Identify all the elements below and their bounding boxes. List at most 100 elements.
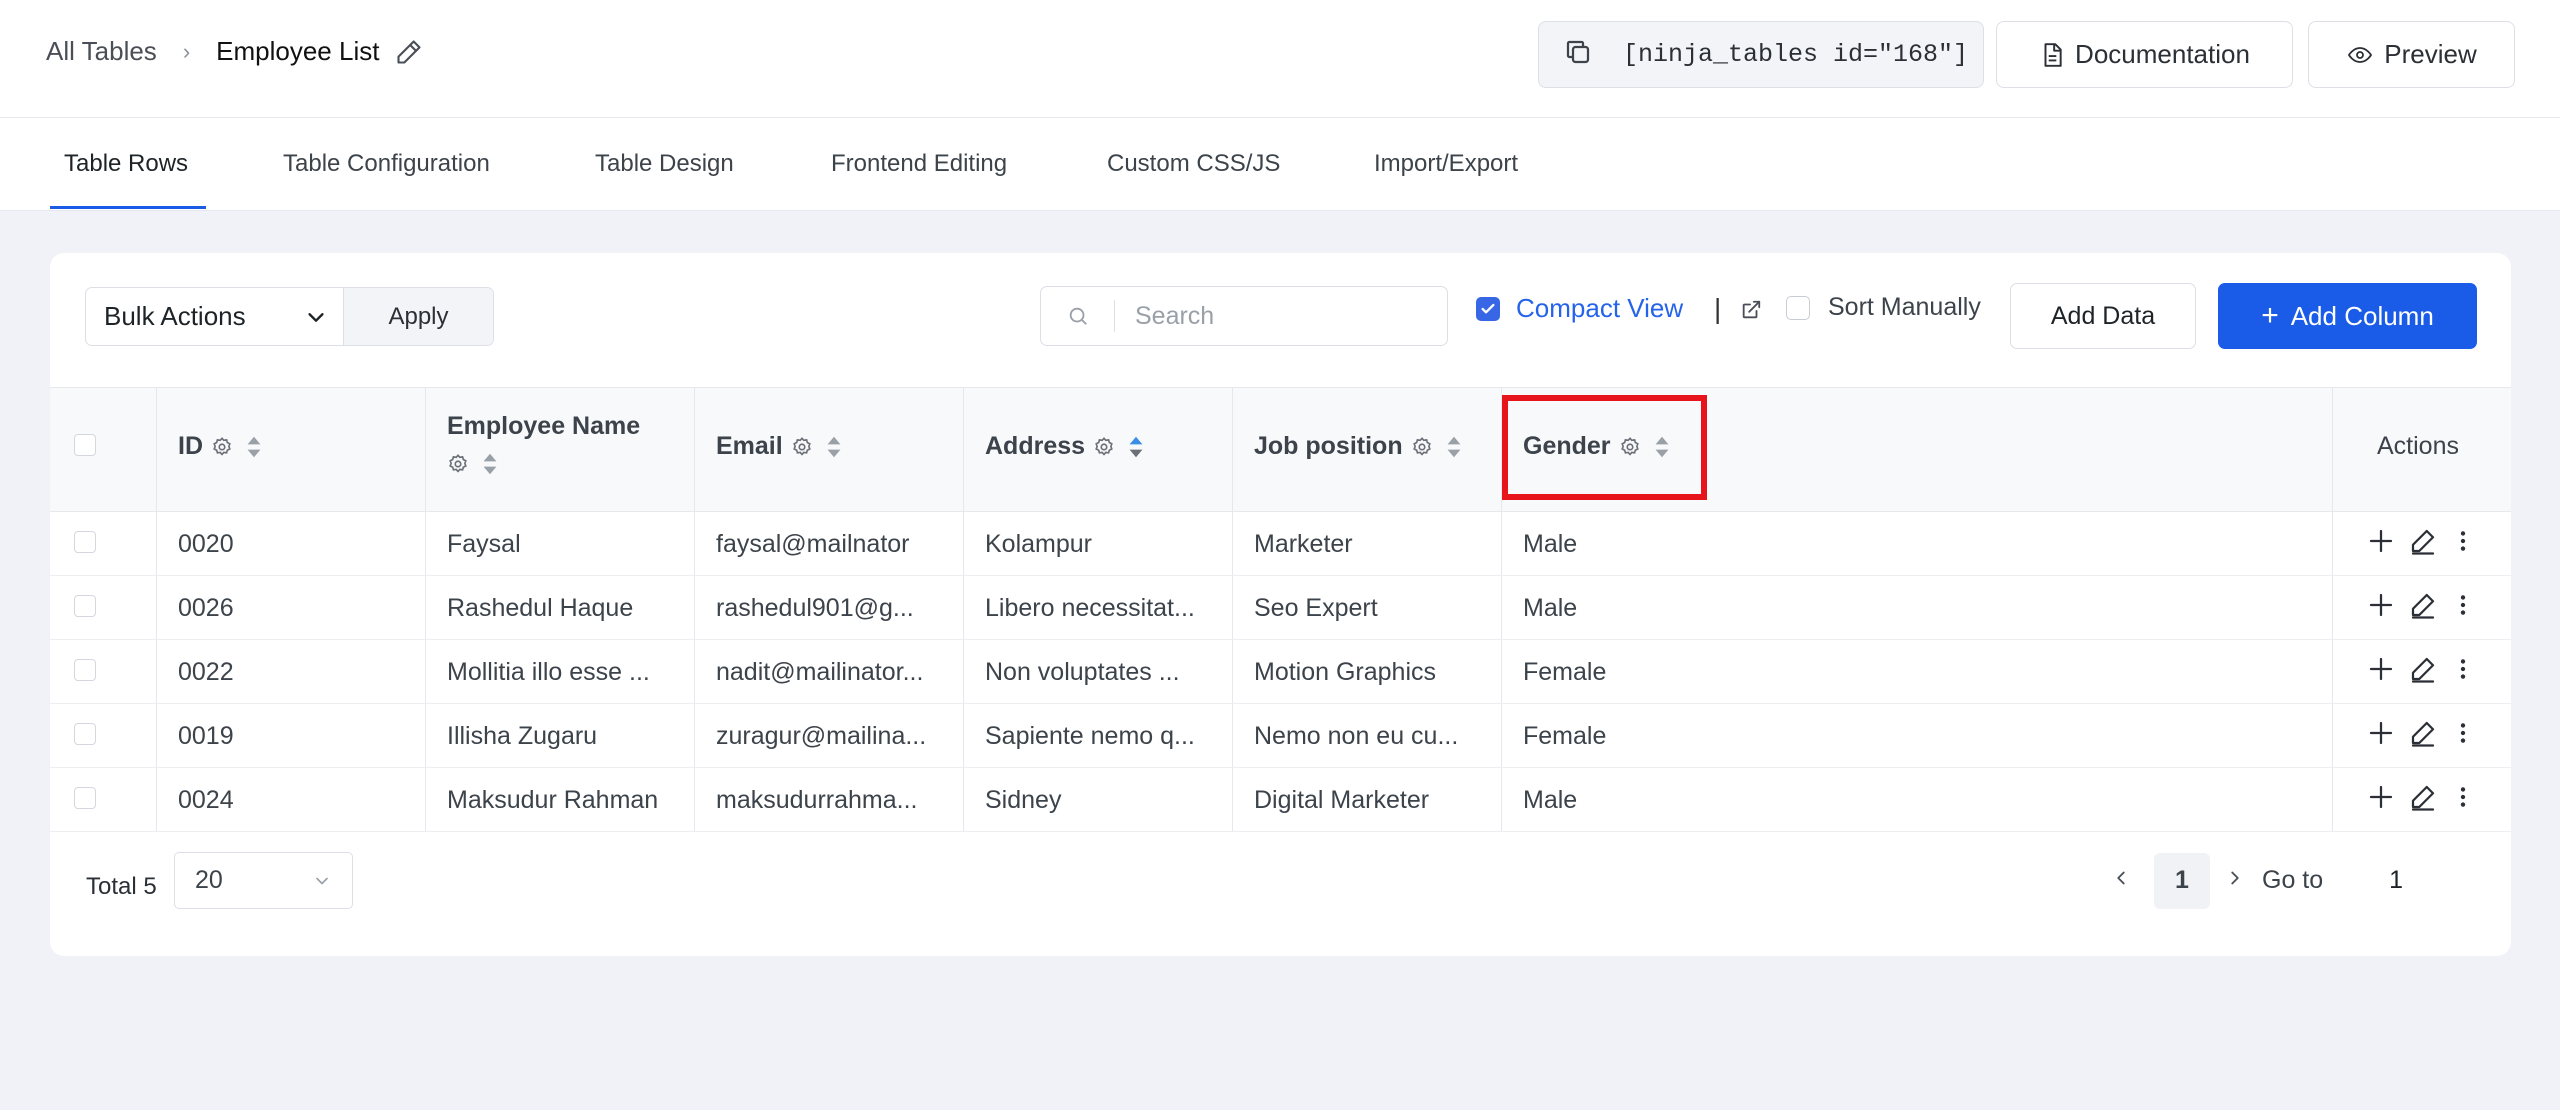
- tab-custom-css-js[interactable]: Custom CSS/JS: [1107, 150, 1280, 178]
- sort-icon[interactable]: [245, 434, 263, 460]
- column-label-job-position: Job position: [1254, 432, 1403, 460]
- pagination: 1 Go to 1: [2110, 852, 2403, 909]
- cell-address: Libero necessitat...: [985, 594, 1195, 622]
- sort-manually-label: Sort Manually: [1828, 293, 1981, 321]
- sort-icon[interactable]: [481, 451, 499, 477]
- edit-row-icon[interactable]: [2408, 590, 2438, 625]
- compact-view-toggle[interactable]: Compact View: [1476, 293, 1683, 324]
- more-options-icon[interactable]: [2450, 654, 2476, 689]
- external-link-icon[interactable]: [1740, 299, 1762, 326]
- sort-manually-toggle[interactable]: Sort Manually: [1786, 293, 1981, 322]
- tab-import-export[interactable]: Import/Export: [1374, 150, 1518, 178]
- gear-icon[interactable]: [791, 436, 813, 458]
- compact-view-label: Compact View: [1516, 293, 1684, 323]
- bulk-actions-select[interactable]: Bulk Actions: [86, 288, 344, 345]
- page-size-select[interactable]: 20: [174, 852, 353, 909]
- add-data-button[interactable]: Add Data: [2010, 283, 2196, 349]
- gear-icon[interactable]: [1411, 436, 1433, 458]
- tab-bar: Table Rows Table Configuration Table Des…: [0, 118, 2560, 211]
- table-row[interactable]: 0019 Illisha Zugaru zuragur@mailina... S…: [50, 704, 2511, 768]
- cell-address: Kolampur: [985, 530, 1092, 558]
- select-all-checkbox[interactable]: [74, 434, 96, 456]
- active-tab-indicator: [50, 206, 206, 209]
- compact-view-checkbox[interactable]: [1476, 296, 1500, 321]
- more-options-icon[interactable]: [2450, 782, 2476, 817]
- column-header-id[interactable]: ID: [178, 432, 263, 461]
- edit-row-icon[interactable]: [2408, 526, 2438, 561]
- table-card: Bulk Actions Apply Compact View | Sort M…: [50, 253, 2511, 956]
- sort-manually-checkbox[interactable]: [1786, 295, 1810, 320]
- cell-gender: Male: [1523, 530, 1578, 558]
- edit-row-icon[interactable]: [2408, 718, 2438, 753]
- sort-icon[interactable]: [1445, 434, 1463, 460]
- page-number-current[interactable]: 1: [2154, 852, 2210, 909]
- prev-page-icon[interactable]: [2110, 867, 2132, 894]
- document-icon: [2044, 42, 2062, 67]
- search-input[interactable]: [1115, 301, 1415, 331]
- cell-gender: Female: [1523, 722, 1607, 750]
- table-row[interactable]: 0026 Rashedul Haque rashedul901@g... Lib…: [50, 576, 2511, 640]
- table-row[interactable]: 0020 Faysal faysal@mailnator Kolampur Ma…: [50, 512, 2511, 576]
- copy-icon[interactable]: [1563, 37, 1593, 72]
- add-row-icon[interactable]: [2366, 718, 2396, 753]
- apply-button[interactable]: Apply: [344, 288, 493, 345]
- top-header: All Tables › Employee List [ninja_tables…: [0, 0, 2560, 118]
- documentation-button[interactable]: Documentation: [1996, 21, 2293, 88]
- table-row[interactable]: 0022 Mollitia illo esse ... nadit@mailin…: [50, 640, 2511, 704]
- add-row-icon[interactable]: [2366, 782, 2396, 817]
- sort-active-icon[interactable]: [1127, 434, 1145, 460]
- add-row-icon[interactable]: [2366, 526, 2396, 561]
- breadcrumb-all-tables[interactable]: All Tables: [46, 36, 157, 67]
- add-row-icon[interactable]: [2366, 654, 2396, 689]
- row-actions: [2366, 718, 2476, 753]
- add-column-label: Add Column: [2290, 300, 2434, 331]
- gear-icon[interactable]: [447, 453, 469, 475]
- column-header-job-position[interactable]: Job position: [1254, 432, 1463, 461]
- row-actions: [2366, 526, 2476, 561]
- total-count: Total 5: [86, 873, 157, 900]
- next-page-icon[interactable]: [2224, 867, 2246, 894]
- row-checkbox[interactable]: [74, 659, 96, 681]
- column-label-actions: Actions: [2377, 432, 2459, 460]
- edit-row-icon[interactable]: [2408, 782, 2438, 817]
- row-checkbox[interactable]: [74, 595, 96, 617]
- goto-page-input[interactable]: 1: [2389, 866, 2403, 895]
- row-checkbox[interactable]: [74, 531, 96, 553]
- more-options-icon[interactable]: [2450, 590, 2476, 625]
- row-checkbox[interactable]: [74, 723, 96, 745]
- cell-job-position: Digital Marketer: [1254, 786, 1430, 814]
- cell-employee-name: Rashedul Haque: [447, 594, 634, 622]
- cell-address: Sidney: [985, 786, 1062, 814]
- table-header: ID Employee Name Email Address Job posit…: [50, 387, 2511, 512]
- table-row[interactable]: 0024 Maksudur Rahman maksudurrahma... Si…: [50, 768, 2511, 832]
- cell-address: Non voluptates ...: [985, 658, 1180, 686]
- column-header-address[interactable]: Address: [985, 432, 1145, 461]
- tab-table-configuration[interactable]: Table Configuration: [283, 150, 490, 178]
- add-column-button[interactable]: + Add Column: [2218, 283, 2477, 349]
- cell-email: zuragur@mailina...: [716, 722, 927, 750]
- column-label-id: ID: [178, 432, 203, 460]
- tab-table-rows[interactable]: Table Rows: [64, 150, 188, 178]
- gear-icon[interactable]: [1093, 436, 1115, 458]
- eye-icon: [2348, 46, 2373, 63]
- bulk-actions-label: Bulk Actions: [104, 301, 246, 331]
- edit-title-icon[interactable]: [395, 38, 423, 66]
- tab-frontend-editing[interactable]: Frontend Editing: [831, 150, 1007, 178]
- edit-row-icon[interactable]: [2408, 654, 2438, 689]
- cell-id: 0022: [178, 658, 234, 686]
- chevron-down-icon: [308, 312, 324, 322]
- gender-column-highlight: [1502, 395, 1707, 500]
- column-header-employee-name[interactable]: Employee Name: [447, 412, 640, 477]
- column-header-email[interactable]: Email: [716, 432, 843, 461]
- preview-button[interactable]: Preview: [2308, 21, 2515, 88]
- page-size-value: 20: [195, 866, 223, 894]
- more-options-icon[interactable]: [2450, 526, 2476, 561]
- tab-table-design[interactable]: Table Design: [595, 150, 734, 178]
- row-checkbox[interactable]: [74, 787, 96, 809]
- sort-icon[interactable]: [825, 434, 843, 460]
- add-row-icon[interactable]: [2366, 590, 2396, 625]
- gear-icon[interactable]: [211, 436, 233, 458]
- more-options-icon[interactable]: [2450, 718, 2476, 753]
- shortcode-copy[interactable]: [ninja_tables id="168"]: [1538, 21, 1984, 88]
- documentation-label: Documentation: [2075, 39, 2250, 69]
